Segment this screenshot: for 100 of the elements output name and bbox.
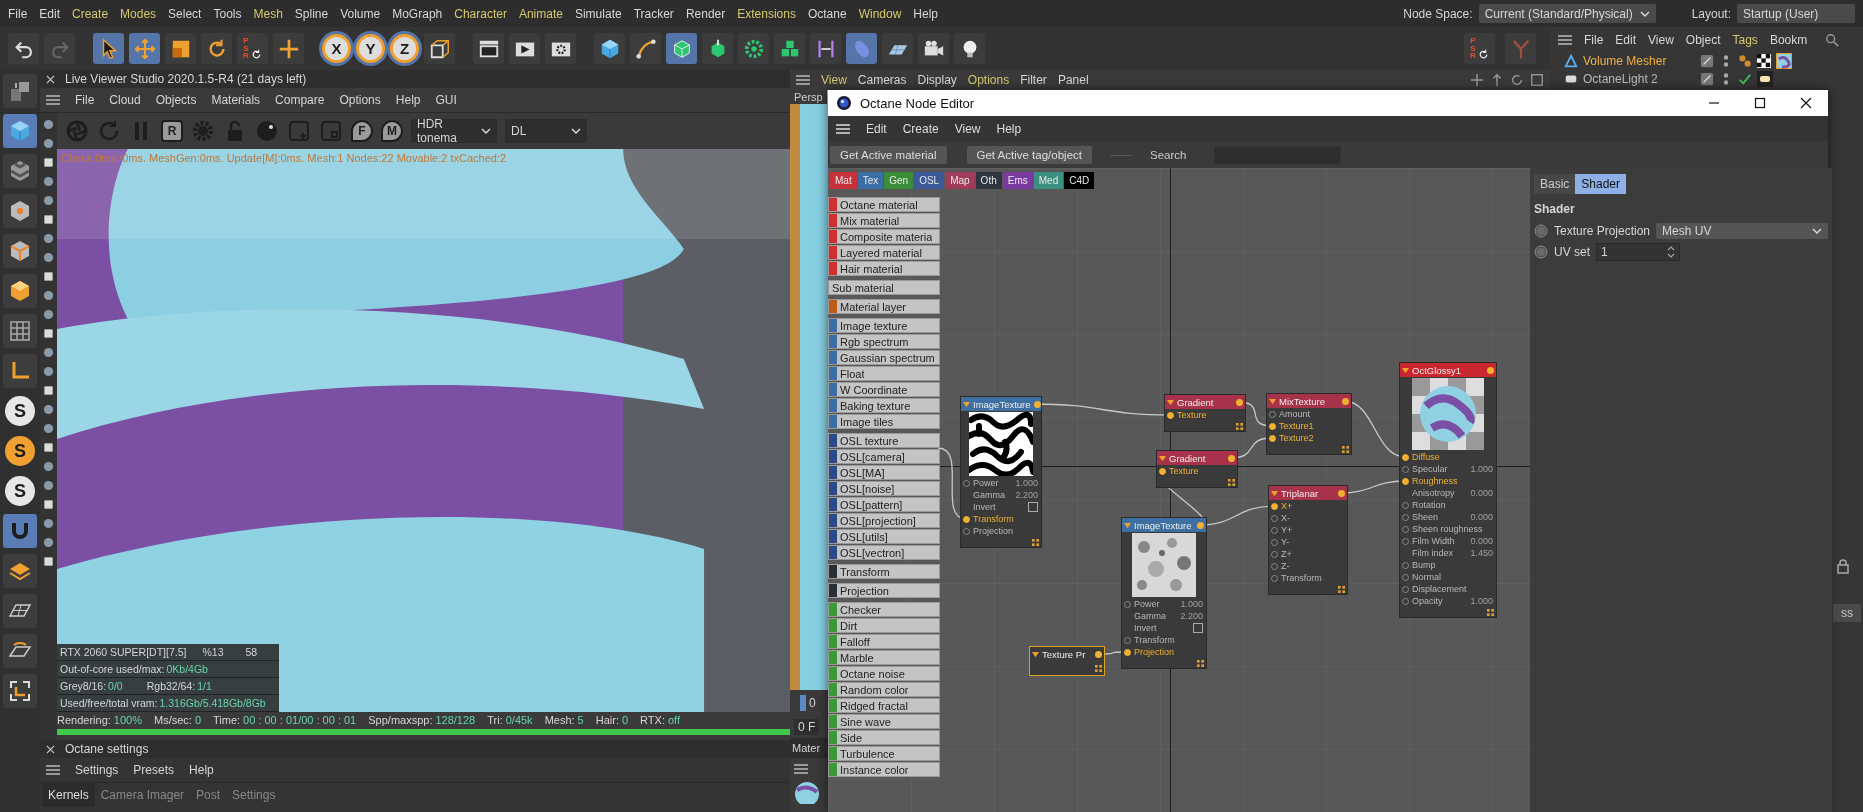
- sphere-icon[interactable]: [43, 309, 54, 320]
- rotate-button[interactable]: [201, 33, 232, 64]
- properties-tab[interactable]: Basic: [1534, 174, 1576, 194]
- menu-item[interactable]: Create: [902, 122, 939, 136]
- checkbox[interactable]: [1028, 502, 1038, 512]
- node-type-item[interactable]: Checker: [828, 602, 940, 617]
- collapse-triangle-icon[interactable]: [1269, 397, 1276, 405]
- category-tab[interactable]: OSL: [914, 172, 945, 189]
- sphere-icon[interactable]: [43, 119, 54, 130]
- subdivision-button[interactable]: [666, 33, 697, 64]
- menu-icon[interactable]: [1558, 34, 1572, 45]
- number-spinner[interactable]: 1: [1596, 242, 1680, 261]
- node-type-item[interactable]: Octane noise: [828, 666, 940, 681]
- category-tab[interactable]: Mat: [830, 172, 857, 189]
- graph-node[interactable]: Triplanar X+ X- Y+ Y- Z+ Z- Transform: [1268, 485, 1348, 595]
- select-button[interactable]: [93, 33, 124, 64]
- node-space-dropdown[interactable]: Current (Standard/Physical): [1478, 4, 1656, 23]
- resize-handle-icon[interactable]: [1095, 664, 1102, 672]
- node-type-item[interactable]: OSL texture: [828, 433, 940, 448]
- menu-item[interactable]: Presets: [133, 763, 175, 777]
- layers-button[interactable]: [3, 554, 37, 588]
- menu-item[interactable]: Octane: [801, 6, 853, 21]
- menu-item[interactable]: Simulate: [568, 6, 628, 21]
- side-button[interactable]: ss: [1833, 604, 1861, 622]
- ball-icon[interactable]: [255, 119, 279, 143]
- plane-rotate-button[interactable]: [3, 634, 37, 668]
- light-tag-icon[interactable]: [1757, 71, 1773, 87]
- layer-toggle-icon[interactable]: [1700, 72, 1714, 86]
- snap-button[interactable]: S: [5, 436, 35, 466]
- menu-icon[interactable]: [794, 764, 808, 774]
- keyframe-circle-icon[interactable]: [1534, 244, 1548, 259]
- settings-tab[interactable]: Kernels: [42, 783, 95, 807]
- graph-node[interactable]: OctGlossy1 Diffuse Specular 1.000 Roughness Anisotropy 0.000 Rotation Sheen 0.000 Sheen roughness Film Width 0.000 Film index 1.450 Bump Normal Displacement Opacity 1.000: [1399, 362, 1497, 618]
- category-tab[interactable]: Ems: [1002, 172, 1033, 189]
- node-type-item[interactable]: Turbulence: [828, 746, 940, 761]
- node-type-item[interactable]: Sine wave: [828, 714, 940, 729]
- menu-item[interactable]: Animate: [512, 6, 569, 21]
- node-type-item[interactable]: Side: [828, 730, 940, 745]
- input-socket[interactable]: [1167, 411, 1174, 419]
- render-settings-button[interactable]: [545, 33, 576, 64]
- square-icon[interactable]: [43, 271, 54, 282]
- arrow-up-icon[interactable]: [1490, 73, 1504, 87]
- point-cube-button[interactable]: [3, 194, 37, 228]
- settings-tab[interactable]: Post: [190, 783, 227, 807]
- node-type-item[interactable]: Ridged fractal: [828, 698, 940, 713]
- node-type-item[interactable]: OSL[noise]: [828, 481, 940, 496]
- close-icon[interactable]: [1800, 97, 1812, 109]
- node-type-item[interactable]: Instance color: [828, 762, 940, 777]
- menu-item[interactable]: MoGraph: [386, 6, 449, 21]
- node-type-item[interactable]: Random color: [828, 682, 940, 697]
- square-icon[interactable]: [43, 442, 54, 453]
- menu-item[interactable]: Tools: [207, 6, 248, 21]
- object-name[interactable]: OctaneLight 2: [1583, 72, 1695, 86]
- output-socket[interactable]: [1033, 400, 1041, 408]
- menu-item[interactable]: Tags: [1732, 32, 1758, 47]
- light-button[interactable]: [954, 33, 985, 64]
- node-type-item[interactable]: Octane material: [828, 197, 940, 212]
- node-type-item[interactable]: Material layer: [828, 299, 940, 314]
- world-axis-button[interactable]: [3, 354, 37, 388]
- menu-icon[interactable]: [796, 75, 810, 85]
- node-type-item[interactable]: Baking texture: [828, 398, 940, 413]
- square-icon[interactable]: [43, 157, 54, 168]
- node-type-item[interactable]: OSL[projection]: [828, 513, 940, 528]
- sphere-icon[interactable]: [43, 461, 54, 472]
- menu-item[interactable]: Edit: [33, 6, 67, 21]
- pin-button[interactable]: F: [351, 120, 373, 142]
- square-icon[interactable]: [43, 214, 54, 225]
- menu-item[interactable]: Options: [339, 93, 381, 107]
- keyframe-circle-icon[interactable]: [1534, 223, 1548, 238]
- graph-node[interactable]: MixTexture Amount Texture1 Texture2: [1266, 393, 1352, 455]
- node-type-item[interactable]: OSL[pattern]: [828, 497, 940, 512]
- node-type-item[interactable]: OSL[camera]: [828, 449, 940, 464]
- sphere-icon[interactable]: [43, 176, 54, 187]
- menu-item[interactable]: Object: [1685, 32, 1721, 47]
- resize-handle-icon[interactable]: [1487, 608, 1494, 616]
- menu-item[interactable]: Filter: [1020, 73, 1047, 87]
- square-icon[interactable]: [43, 556, 54, 567]
- sphere-tag-icon[interactable]: [1738, 54, 1752, 68]
- node-type-item[interactable]: Sub material: [828, 280, 940, 295]
- snap-button[interactable]: S: [5, 476, 35, 506]
- up-down-arrows-icon[interactable]: [1667, 244, 1675, 259]
- layout-dropdown[interactable]: Startup (User): [1737, 4, 1855, 23]
- node-type-item[interactable]: Hair material: [828, 261, 940, 276]
- properties-tab[interactable]: Shader: [1575, 174, 1627, 194]
- menu-icon[interactable]: [46, 95, 60, 105]
- get-active-object-button[interactable]: Get Active tag/object: [966, 146, 1092, 164]
- menu-item[interactable]: Objects: [155, 93, 197, 107]
- material-thumbnail[interactable]: [792, 780, 822, 804]
- resize-handle-icon[interactable]: [1342, 445, 1349, 453]
- node-type-item[interactable]: Projection: [828, 583, 940, 598]
- menu-item[interactable]: Spline: [288, 6, 335, 21]
- checkmark-icon[interactable]: [1738, 72, 1752, 86]
- material-tag-icon[interactable]: [1776, 53, 1792, 69]
- output-socket[interactable]: [1197, 521, 1204, 529]
- node-type-item[interactable]: Gaussian spectrum: [828, 350, 940, 365]
- rotate-view-icon[interactable]: [1510, 73, 1524, 87]
- menu-item[interactable]: Options: [967, 73, 1010, 87]
- menu-item[interactable]: Compare: [275, 93, 325, 107]
- menu-item[interactable]: View: [1648, 32, 1674, 47]
- collapse-triangle-icon[interactable]: [1402, 366, 1409, 374]
